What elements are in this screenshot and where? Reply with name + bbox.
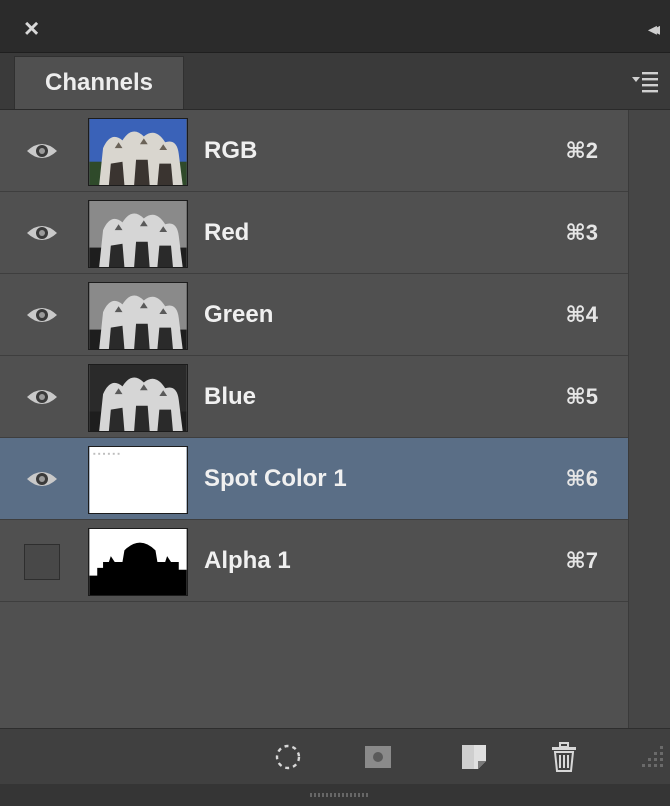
grip-lines — [310, 793, 370, 797]
channel-row[interactable]: Spot Color 1 ⌘6 — [0, 438, 628, 520]
visibility-eye-icon[interactable] — [20, 380, 64, 414]
visibility-toggle-empty[interactable] — [24, 544, 60, 580]
channel-name: RGB — [204, 137, 258, 164]
channel-shortcut: ⌘6 — [565, 466, 598, 491]
channel-thumbnail — [88, 528, 188, 596]
save-selection-as-channel-icon[interactable] — [362, 741, 394, 773]
channel-row[interactable]: Alpha 1 ⌘7 — [0, 520, 628, 602]
channels-panel: × ◂◂ Channels RGB ⌘2 Red ⌘3 Green ⌘4 Blue ⌘5 Spo… — [0, 0, 670, 806]
channel-name: Red — [204, 219, 250, 246]
channel-row[interactable]: Green ⌘4 — [0, 274, 628, 356]
channel-shortcut: ⌘7 — [565, 548, 598, 573]
tab-channels[interactable]: Channels — [14, 56, 184, 109]
channel-shortcut: ⌘2 — [565, 138, 598, 163]
channel-name: Spot Color 1 — [204, 465, 347, 492]
visibility-eye-icon[interactable] — [20, 462, 64, 496]
collapse-panel-icon[interactable]: ◂◂ — [648, 20, 660, 38]
create-new-channel-icon[interactable] — [458, 741, 490, 773]
channel-row[interactable]: Blue ⌘5 — [0, 356, 628, 438]
panel-bottom-grip[interactable] — [0, 784, 670, 806]
tab-channels-label: Channels — [44, 69, 154, 96]
panel-title-bar: × ◂◂ — [0, 0, 670, 53]
channel-list: RGB ⌘2 Red ⌘3 Green ⌘4 Blue ⌘5 Spot Color 1 ⌘6 Alp… — [0, 110, 628, 728]
channel-row[interactable]: Red ⌘3 — [0, 192, 628, 274]
channel-thumbnail — [88, 118, 188, 186]
delete-channel-icon[interactable] — [548, 741, 580, 773]
channel-name: Blue — [204, 383, 257, 410]
visibility-eye-icon[interactable] — [20, 134, 64, 168]
close-icon[interactable]: × — [24, 15, 44, 41]
visibility-eye-icon[interactable] — [20, 298, 64, 332]
channel-shortcut: ⌘3 — [565, 220, 598, 245]
scrollbar[interactable] — [628, 110, 670, 728]
channel-row[interactable]: RGB ⌘2 — [0, 110, 628, 192]
panel-menu-icon[interactable] — [632, 69, 658, 93]
visibility-eye-icon[interactable] — [20, 216, 64, 250]
channel-shortcut: ⌘4 — [565, 302, 598, 327]
channel-name: Green — [204, 301, 274, 328]
panel-tab-bar: Channels — [0, 53, 670, 110]
panel-footer — [0, 728, 670, 785]
channel-thumbnail — [88, 282, 188, 350]
channel-thumbnail — [88, 200, 188, 268]
channel-thumbnail — [88, 446, 188, 514]
load-channel-as-selection-icon[interactable] — [272, 741, 304, 773]
resize-grip-icon[interactable] — [638, 740, 666, 768]
channel-thumbnail — [88, 364, 188, 432]
channel-name: Alpha 1 — [204, 547, 291, 574]
channel-shortcut: ⌘5 — [565, 384, 598, 409]
